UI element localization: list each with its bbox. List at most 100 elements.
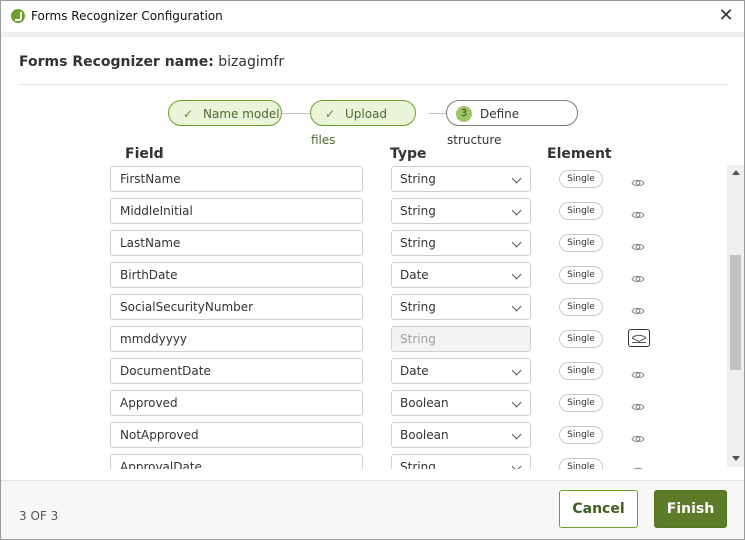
table-row: FirstName String Single	[1, 165, 725, 193]
scroll-down-button[interactable]	[727, 451, 744, 467]
recognizer-name-value: bizagimfr	[218, 54, 285, 70]
app-logo-icon	[11, 9, 25, 23]
field-name-input[interactable]: DocumentDate	[110, 358, 363, 384]
type-select-value: String	[400, 300, 436, 314]
element-badge[interactable]: Single	[559, 170, 603, 188]
finish-button[interactable]: Finish	[654, 490, 727, 528]
page-count: 3 OF 3	[19, 509, 59, 523]
element-badge[interactable]: Single	[559, 330, 603, 348]
chevron-down-icon	[511, 397, 522, 408]
type-select-value: String	[400, 236, 436, 250]
step-number: 3	[456, 105, 472, 122]
type-select[interactable]: String	[391, 454, 531, 469]
step-define-structure[interactable]: 3 Define structure	[446, 100, 578, 147]
dialog-window: Forms Recognizer Configuration ✕ Forms R…	[0, 0, 745, 540]
table-row: DocumentDate Date Single	[1, 357, 725, 385]
type-select-value: String	[400, 332, 436, 346]
element-badge[interactable]: Single	[559, 394, 603, 412]
table-row: LastName String Single	[1, 229, 725, 257]
element-badge[interactable]: Single	[559, 234, 603, 252]
recognizer-name: Forms Recognizer name: bizagimfr	[19, 54, 284, 70]
type-select[interactable]: String	[391, 230, 531, 256]
field-name-input[interactable]: mmddyyyy	[110, 326, 363, 352]
check-icon: ✓	[324, 107, 336, 121]
type-select-value: Date	[400, 364, 429, 378]
table-row: Approved Boolean Single	[1, 389, 725, 417]
type-select[interactable]: Boolean	[391, 390, 531, 416]
step-name-model[interactable]: ✓ Name model	[168, 100, 282, 126]
field-name-input[interactable]: SocialSecurityNumber	[110, 294, 363, 320]
field-name-input[interactable]: BirthDate	[110, 262, 363, 288]
element-badge[interactable]: Single	[559, 362, 603, 380]
hidden-eye-icon[interactable]	[628, 329, 650, 347]
step-connector	[281, 113, 311, 114]
step-upload-files[interactable]: ✓ Upload files	[310, 100, 416, 147]
element-badge[interactable]: Single	[559, 426, 603, 444]
type-select-value: Date	[400, 268, 429, 282]
grid-scrollbar[interactable]	[727, 165, 744, 467]
column-header-field: Field	[125, 146, 164, 162]
type-select-value: Boolean	[400, 428, 449, 442]
eye-icon[interactable]	[631, 397, 645, 411]
close-icon[interactable]: ✕	[716, 5, 736, 27]
recognizer-name-label: Forms Recognizer name:	[19, 54, 214, 70]
element-badge[interactable]: Single	[559, 298, 603, 316]
cancel-button[interactable]: Cancel	[559, 490, 638, 528]
column-header-element: Element	[547, 146, 612, 162]
chevron-down-icon	[511, 269, 522, 280]
scroll-up-button[interactable]	[727, 165, 744, 181]
structure-grid: FirstName String Single MiddleInitial String…	[1, 165, 725, 469]
field-name-input[interactable]: Approved	[110, 390, 363, 416]
type-select: String	[391, 326, 531, 352]
type-select[interactable]: Date	[391, 358, 531, 384]
type-select[interactable]: String	[391, 294, 531, 320]
type-select[interactable]: Boolean	[391, 422, 531, 448]
window-title: Forms Recognizer Configuration	[31, 9, 223, 23]
header-divider	[19, 84, 727, 85]
element-badge[interactable]: Single	[559, 202, 603, 220]
field-name-input[interactable]: LastName	[110, 230, 363, 256]
chevron-down-icon	[511, 365, 522, 376]
chevron-down-icon	[511, 461, 522, 469]
step-label: Name model	[203, 107, 280, 121]
table-row: BirthDate Date Single	[1, 261, 725, 289]
arrow-down-icon	[732, 456, 740, 461]
scrollbar-thumb[interactable]	[730, 255, 741, 370]
field-name-input[interactable]: FirstName	[110, 166, 363, 192]
arrow-up-icon	[732, 170, 740, 175]
table-row: ApprovalDate String Single	[1, 453, 725, 469]
type-select[interactable]: Date	[391, 262, 531, 288]
eye-icon[interactable]	[631, 429, 645, 443]
eye-icon[interactable]	[631, 237, 645, 251]
table-row: MiddleInitial String Single	[1, 197, 725, 225]
eye-icon[interactable]	[631, 205, 645, 219]
eye-icon[interactable]	[631, 461, 645, 469]
title-bar: Forms Recognizer Configuration ✕	[1, 1, 744, 32]
wizard-stepper: ✓ Name model ✓ Upload files 3 Define struct…	[1, 100, 744, 147]
type-select-value: String	[400, 172, 436, 186]
chevron-down-icon	[511, 301, 522, 312]
type-select[interactable]: String	[391, 198, 531, 224]
type-select-value: String	[400, 204, 436, 218]
dialog-footer: 3 OF 3 Cancel Finish	[1, 480, 744, 539]
chevron-down-icon	[511, 429, 522, 440]
eye-icon[interactable]	[631, 269, 645, 283]
element-badge[interactable]: Single	[559, 458, 603, 469]
table-row: NotApproved Boolean Single	[1, 421, 725, 449]
chevron-down-icon	[511, 205, 522, 216]
field-name-input[interactable]: NotApproved	[110, 422, 363, 448]
element-badge[interactable]: Single	[559, 266, 603, 284]
table-row: mmddyyyy String Single	[1, 325, 725, 353]
type-select-value: String	[400, 460, 436, 469]
field-name-input[interactable]: MiddleInitial	[110, 198, 363, 224]
type-select[interactable]: String	[391, 166, 531, 192]
check-icon: ✓	[182, 107, 194, 121]
eye-icon[interactable]	[631, 173, 645, 187]
eye-icon[interactable]	[631, 365, 645, 379]
eye-icon[interactable]	[631, 301, 645, 315]
title-divider	[1, 32, 744, 37]
field-name-input[interactable]: ApprovalDate	[110, 454, 363, 469]
table-row: SocialSecurityNumber String Single	[1, 293, 725, 321]
column-header-type: Type	[390, 146, 427, 162]
step-connector	[429, 113, 447, 114]
